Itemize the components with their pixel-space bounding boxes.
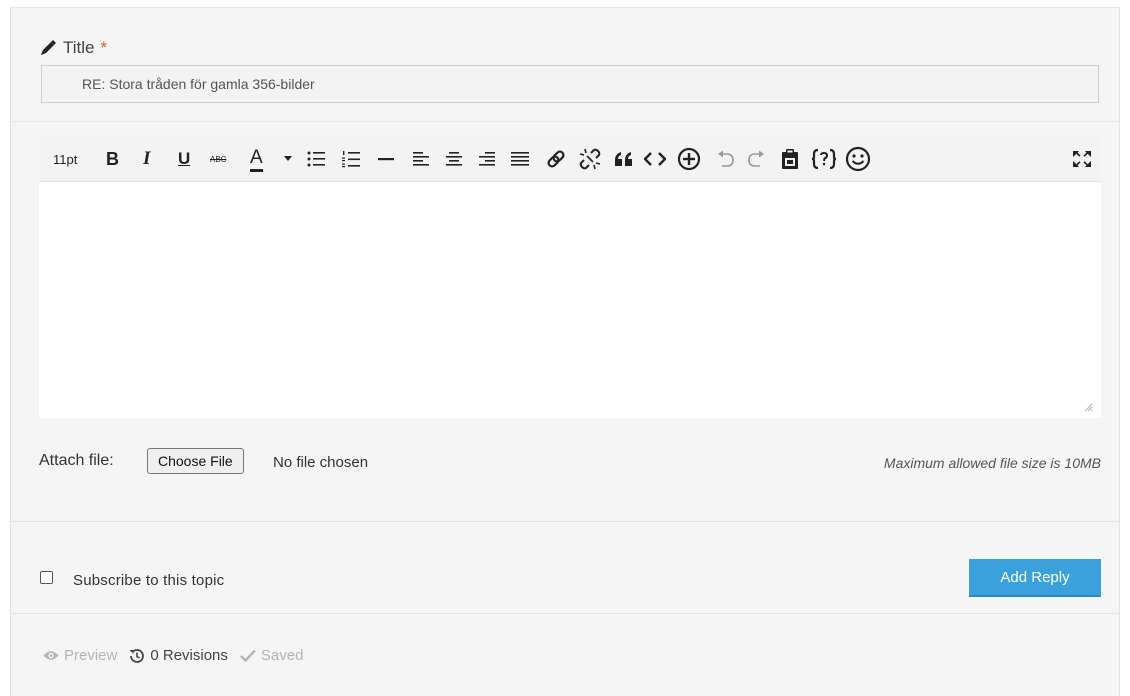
add-reply-button[interactable]: Add Reply bbox=[969, 559, 1101, 597]
align-justify-icon[interactable] bbox=[511, 136, 529, 182]
redo-icon[interactable] bbox=[747, 136, 765, 182]
undo-icon[interactable] bbox=[717, 136, 735, 182]
font-size-select[interactable]: 11pt bbox=[53, 136, 77, 182]
max-file-size-note: Maximum allowed file size is 10MB bbox=[883, 455, 1101, 471]
font-color-dropdown-icon[interactable] bbox=[284, 136, 292, 182]
check-icon bbox=[240, 649, 256, 662]
resize-grip-icon[interactable] bbox=[1084, 403, 1093, 412]
divider bbox=[11, 121, 1119, 122]
title-input[interactable] bbox=[41, 65, 1099, 103]
blockquote-icon[interactable] bbox=[615, 136, 633, 182]
revisions-link[interactable]: 0 Revisions bbox=[129, 647, 228, 664]
code-icon[interactable] bbox=[644, 136, 666, 182]
emoji-icon[interactable] bbox=[845, 136, 871, 182]
title-label-text: Title bbox=[63, 38, 95, 57]
divider bbox=[11, 613, 1119, 614]
bold-icon[interactable]: B bbox=[106, 136, 119, 182]
choose-file-button[interactable]: Choose File bbox=[147, 448, 244, 474]
pencil-icon bbox=[41, 40, 56, 55]
subscribe-label[interactable]: Subscribe to this topic bbox=[73, 572, 224, 589]
title-label: Title * bbox=[39, 38, 107, 58]
reply-form-panel: Title * 11pt B I U ABC A bbox=[10, 7, 1120, 696]
font-color-icon[interactable]: A bbox=[250, 147, 263, 172]
paste-icon[interactable] bbox=[781, 136, 799, 182]
italic-icon[interactable]: I bbox=[143, 136, 150, 182]
saved-label: Saved bbox=[260, 647, 304, 664]
horizontal-rule-icon[interactable] bbox=[378, 136, 394, 182]
align-center-icon[interactable] bbox=[446, 136, 462, 182]
revisions-label: 0 Revisions bbox=[150, 647, 228, 664]
align-left-icon[interactable] bbox=[413, 136, 429, 182]
attach-file-label: Attach file: bbox=[39, 452, 114, 469]
history-icon bbox=[129, 648, 145, 663]
code-block-icon[interactable] bbox=[811, 136, 837, 182]
subscribe-checkbox[interactable] bbox=[40, 571, 53, 584]
underline-icon[interactable]: U bbox=[178, 136, 190, 182]
bullet-list-icon[interactable] bbox=[307, 136, 325, 182]
eye-icon bbox=[43, 651, 59, 660]
numbered-list-icon[interactable] bbox=[342, 136, 360, 182]
file-status: No file chosen bbox=[273, 454, 369, 471]
editor-toolbar: 11pt B I U ABC A bbox=[39, 136, 1101, 182]
link-icon[interactable] bbox=[546, 136, 566, 182]
fullscreen-icon[interactable] bbox=[1073, 136, 1091, 182]
unlink-icon[interactable] bbox=[579, 136, 601, 182]
saved-status: Saved bbox=[240, 647, 304, 664]
divider bbox=[11, 521, 1119, 522]
align-right-icon[interactable] bbox=[479, 136, 495, 182]
strikethrough-icon[interactable]: ABC bbox=[210, 136, 226, 182]
preview-label: Preview bbox=[64, 647, 118, 664]
editor-textarea[interactable] bbox=[39, 182, 1101, 418]
insert-icon[interactable] bbox=[677, 136, 701, 182]
editor-footer: Preview 0 Revisions Saved bbox=[43, 647, 315, 664]
required-mark: * bbox=[100, 38, 108, 57]
preview-link[interactable]: Preview bbox=[43, 647, 117, 664]
